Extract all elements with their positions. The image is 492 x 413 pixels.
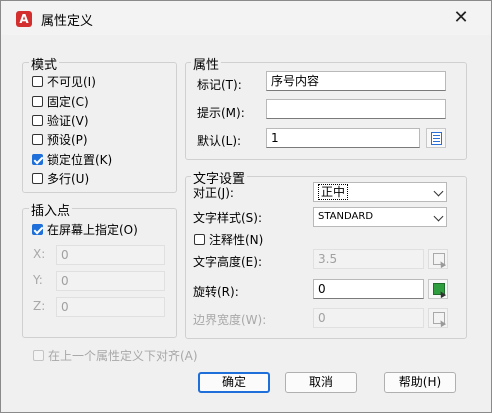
justify-select[interactable]: 正中 xyxy=(313,182,447,202)
x-label: X: xyxy=(33,247,46,261)
annotative-checkbox[interactable]: 注释性(N) xyxy=(194,230,263,248)
y-input[interactable]: 0 xyxy=(56,271,165,291)
rotation-input[interactable]: 0 xyxy=(313,279,424,299)
default-input[interactable]: 1 xyxy=(266,128,420,148)
verify-checkbox-box[interactable] xyxy=(32,114,43,126)
prompt-input[interactable] xyxy=(266,99,446,119)
invisible-label: 不可见(I) xyxy=(47,74,96,89)
preset-label: 预设(P) xyxy=(47,132,88,147)
rotation-label: 旋转(R): xyxy=(193,285,239,299)
autocad-app-icon: A xyxy=(16,11,32,27)
x-input[interactable]: 0 xyxy=(56,245,165,265)
text-style-value: STANDARD xyxy=(318,211,374,222)
default-label: 默认(L): xyxy=(197,134,242,148)
preset-checkbox-box[interactable] xyxy=(32,133,43,145)
invisible-checkbox-box[interactable] xyxy=(32,75,43,87)
attribute-group-title: 属性 xyxy=(191,54,222,73)
z-input[interactable]: 0 xyxy=(56,297,165,317)
align-below-checkbox[interactable]: 在上一个属性定义下对齐(A) xyxy=(33,346,198,364)
cancel-button[interactable]: 取消 xyxy=(285,372,357,393)
window-title: 属性定义 xyxy=(41,14,94,29)
tag-input[interactable]: 序号内容 xyxy=(266,71,446,91)
text-style-select[interactable]: STANDARD xyxy=(313,207,447,227)
invisible-checkbox[interactable]: 不可见(I) xyxy=(32,72,96,90)
pick-boundary-button[interactable] xyxy=(428,308,448,328)
annotative-label: 注释性(N) xyxy=(209,232,264,247)
specify-on-screen-checkbox-box[interactable] xyxy=(32,223,43,235)
insert-field-button[interactable] xyxy=(426,128,446,148)
multiple-lines-checkbox[interactable]: 多行(U) xyxy=(32,169,89,187)
verify-checkbox[interactable]: 验证(V) xyxy=(32,111,89,129)
lock-position-label: 锁定位置(K) xyxy=(47,152,113,167)
text-style-label: 文字样式(S): xyxy=(193,211,263,225)
z-label: Z: xyxy=(33,299,46,313)
help-button[interactable]: 帮助(H) xyxy=(384,372,456,393)
multiple-lines-checkbox-box[interactable] xyxy=(32,172,43,184)
boundary-width-label: 边界宽度(W): xyxy=(193,313,267,327)
close-button[interactable]: ✕ xyxy=(447,7,475,29)
lock-position-checkbox-box[interactable] xyxy=(32,153,43,165)
text-height-input[interactable]: 3.5 xyxy=(313,249,424,269)
constant-checkbox-box[interactable] xyxy=(32,95,43,107)
multiple-lines-label: 多行(U) xyxy=(47,171,90,186)
verify-label: 验证(V) xyxy=(47,113,89,128)
boundary-width-input[interactable]: 0 xyxy=(313,308,424,328)
constant-label: 固定(C) xyxy=(47,94,89,109)
tag-label: 标记(T): xyxy=(197,78,242,92)
mode-group-title: 模式 xyxy=(29,54,60,73)
justify-label: 对正(J): xyxy=(193,186,234,200)
chevron-down-icon xyxy=(433,211,444,222)
text-height-label: 文字高度(E): xyxy=(193,255,262,269)
insertion-point-group-title: 插入点 xyxy=(29,200,73,219)
attribute-definition-dialog: A 属性定义 ✕ 模式 不可见(I) 固定(C) 验证(V) 预设(P) 锁定位… xyxy=(0,0,492,413)
chevron-down-icon xyxy=(433,186,444,197)
ok-button[interactable]: 确定 xyxy=(198,372,270,393)
insert-field-icon xyxy=(431,132,442,145)
preset-checkbox[interactable]: 预设(P) xyxy=(32,130,88,148)
specify-on-screen-checkbox[interactable]: 在屏幕上指定(O) xyxy=(32,220,138,238)
lock-position-checkbox[interactable]: 锁定位置(K) xyxy=(32,150,112,168)
prompt-label: 提示(M): xyxy=(197,106,245,120)
align-below-checkbox-box[interactable] xyxy=(33,349,44,361)
y-label: Y: xyxy=(33,273,43,287)
pick-height-button[interactable] xyxy=(428,249,448,269)
title-bar: A 属性定义 ✕ xyxy=(1,1,491,35)
annotative-checkbox-box[interactable] xyxy=(194,233,205,245)
specify-on-screen-label: 在屏幕上指定(O) xyxy=(47,222,138,237)
align-below-label: 在上一个属性定义下对齐(A) xyxy=(48,348,198,363)
constant-checkbox[interactable]: 固定(C) xyxy=(32,92,89,110)
justify-value: 正中 xyxy=(318,184,349,200)
pick-rotation-button[interactable] xyxy=(428,279,448,299)
